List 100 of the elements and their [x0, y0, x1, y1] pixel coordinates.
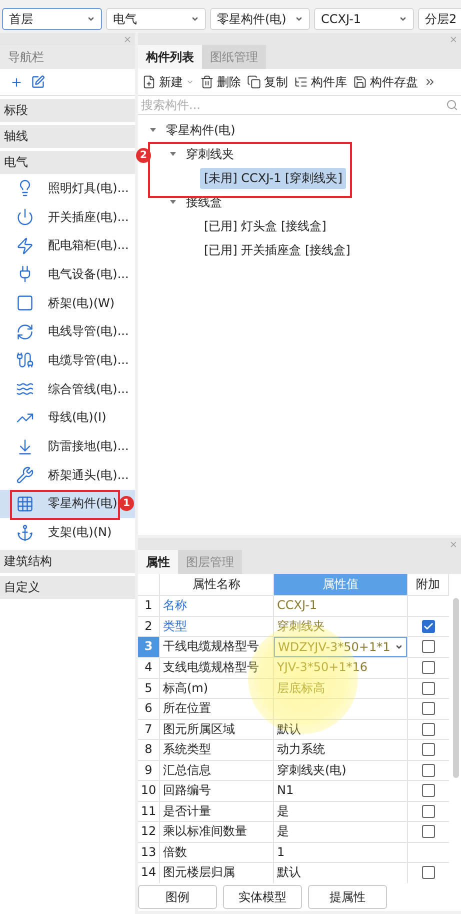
- caret-icon: [399, 15, 407, 23]
- dropdown[interactable]: CCXJ-1: [314, 8, 414, 30]
- nav-group[interactable]: 标段: [0, 99, 135, 122]
- checkbox[interactable]: [422, 640, 435, 654]
- column-header: 附加: [408, 574, 449, 596]
- dropdown[interactable]: 首层: [2, 8, 102, 30]
- property-value[interactable]: 是: [274, 822, 408, 842]
- anchor-icon: [16, 524, 34, 542]
- row-number: 14: [138, 863, 160, 883]
- edit-icon[interactable]: [31, 75, 45, 89]
- property-name: 名称: [160, 596, 274, 616]
- tab[interactable]: 属性: [138, 550, 178, 574]
- toolbar-button[interactable]: 构件存盘: [353, 74, 418, 90]
- panel-button[interactable]: 提属性: [308, 885, 387, 909]
- more-icon[interactable]: [424, 76, 436, 88]
- property-name: 支线电缆规格型号: [160, 658, 274, 678]
- dropdown[interactable]: 电气: [106, 8, 206, 30]
- panel-title: 导航栏: [0, 45, 135, 69]
- save-icon: [353, 75, 367, 89]
- list-icon: [294, 75, 308, 89]
- tree-item[interactable]: 零星构件(电): [162, 120, 240, 140]
- new-file-icon: [142, 75, 156, 89]
- checkbox[interactable]: [422, 620, 435, 633]
- row-number: 12: [138, 822, 160, 842]
- panel-button[interactable]: 图例: [138, 885, 217, 909]
- caret-icon: [191, 15, 199, 23]
- row-number: 5: [138, 678, 160, 699]
- property-value[interactable]: 1: [274, 842, 408, 863]
- property-name: 图元所属区域: [160, 720, 274, 740]
- property-name: 图元楼层归属: [160, 863, 274, 883]
- property-name: 乘以标准间数量: [160, 822, 274, 842]
- cable-icon: [16, 351, 34, 370]
- property-value[interactable]: 动力系统: [274, 740, 408, 760]
- search-icon[interactable]: [446, 99, 458, 111]
- expand-arrow-icon[interactable]: [170, 200, 176, 204]
- checkbox[interactable]: [422, 722, 435, 736]
- nav-group[interactable]: 轴线: [0, 125, 135, 148]
- add-icon[interactable]: [10, 76, 23, 88]
- property-value[interactable]: N1: [274, 781, 408, 802]
- property-value[interactable]: CCXJ-1: [274, 596, 408, 616]
- property-value[interactable]: 是: [274, 802, 408, 822]
- wrench-icon: [16, 466, 34, 484]
- toolbar-button[interactable]: 复制: [247, 74, 288, 90]
- checkbox[interactable]: [422, 804, 435, 818]
- checkbox[interactable]: [422, 764, 435, 777]
- nav-group[interactable]: 电气: [0, 151, 135, 174]
- tab[interactable]: 构件列表: [138, 45, 202, 69]
- checkbox[interactable]: [422, 743, 435, 756]
- property-name: 标高(m): [160, 678, 274, 699]
- property-name: 所在位置: [160, 699, 274, 720]
- caret-icon: [186, 78, 194, 86]
- toolbar-button[interactable]: 删除: [200, 74, 241, 90]
- nav-item[interactable]: 零星构件(电) 1: [0, 490, 135, 518]
- checkbox[interactable]: [422, 661, 435, 674]
- dropdown[interactable]: 分层2: [418, 8, 461, 30]
- toolbar-button[interactable]: 新建: [142, 74, 194, 90]
- property-value[interactable]: 默认: [274, 720, 408, 740]
- property-value[interactable]: 默认: [274, 863, 408, 883]
- property-name: 系统类型: [160, 740, 274, 760]
- toolbar-button[interactable]: 构件库: [294, 74, 347, 90]
- column-header: 属性名称: [160, 574, 274, 596]
- row-number: 13: [138, 842, 160, 863]
- expand-arrow-icon[interactable]: [170, 152, 176, 156]
- checkbox[interactable]: [422, 682, 435, 695]
- row-number: 11: [138, 802, 160, 822]
- property-name: 类型: [160, 616, 274, 637]
- row-number: 7: [138, 720, 160, 740]
- grid-icon: [16, 494, 34, 513]
- tree-item[interactable]: [已用] 灯头盒 [接线盒]: [200, 216, 330, 236]
- checkbox[interactable]: [422, 825, 435, 838]
- property-value[interactable]: 穿刺线夹(电): [274, 760, 408, 781]
- property-name: 回路编号: [160, 781, 274, 802]
- caret-icon: [295, 15, 303, 23]
- checkbox[interactable]: [422, 866, 435, 880]
- checkbox[interactable]: [422, 784, 435, 798]
- square-icon: [16, 294, 34, 312]
- row-number: 6: [138, 699, 160, 720]
- step-marker: 1: [119, 496, 134, 511]
- nav-group[interactable]: 建筑结构: [0, 550, 135, 573]
- row-number: 1: [138, 596, 160, 616]
- column-header: 属性值: [274, 574, 408, 596]
- tree-item[interactable]: [已用] 开关插座盒 [接线盒]: [200, 240, 354, 260]
- nav-group[interactable]: 自定义: [0, 576, 135, 599]
- property-name: 干线电缆规格型号: [160, 637, 274, 658]
- row-number: 8: [138, 740, 160, 760]
- panel-button[interactable]: 实体模型: [223, 885, 302, 909]
- property-name: 汇总信息: [160, 760, 274, 781]
- row-number: 9: [138, 760, 160, 781]
- lightning-icon: [16, 236, 34, 255]
- tree-item[interactable]: [未用] CCXJ-1 [穿刺线夹]: [200, 168, 346, 188]
- property-name: 倍数: [160, 842, 274, 863]
- tree-item[interactable]: 穿刺线夹: [182, 144, 238, 164]
- step-marker: 2: [136, 148, 151, 163]
- expand-arrow-icon[interactable]: [150, 128, 156, 132]
- dropdown[interactable]: 零星构件(电): [210, 8, 310, 30]
- trash-icon: [200, 75, 214, 89]
- checkbox[interactable]: [422, 702, 435, 716]
- row-number: 4: [138, 658, 160, 678]
- caret-icon: [87, 15, 95, 23]
- property-name: 是否计量: [160, 802, 274, 822]
